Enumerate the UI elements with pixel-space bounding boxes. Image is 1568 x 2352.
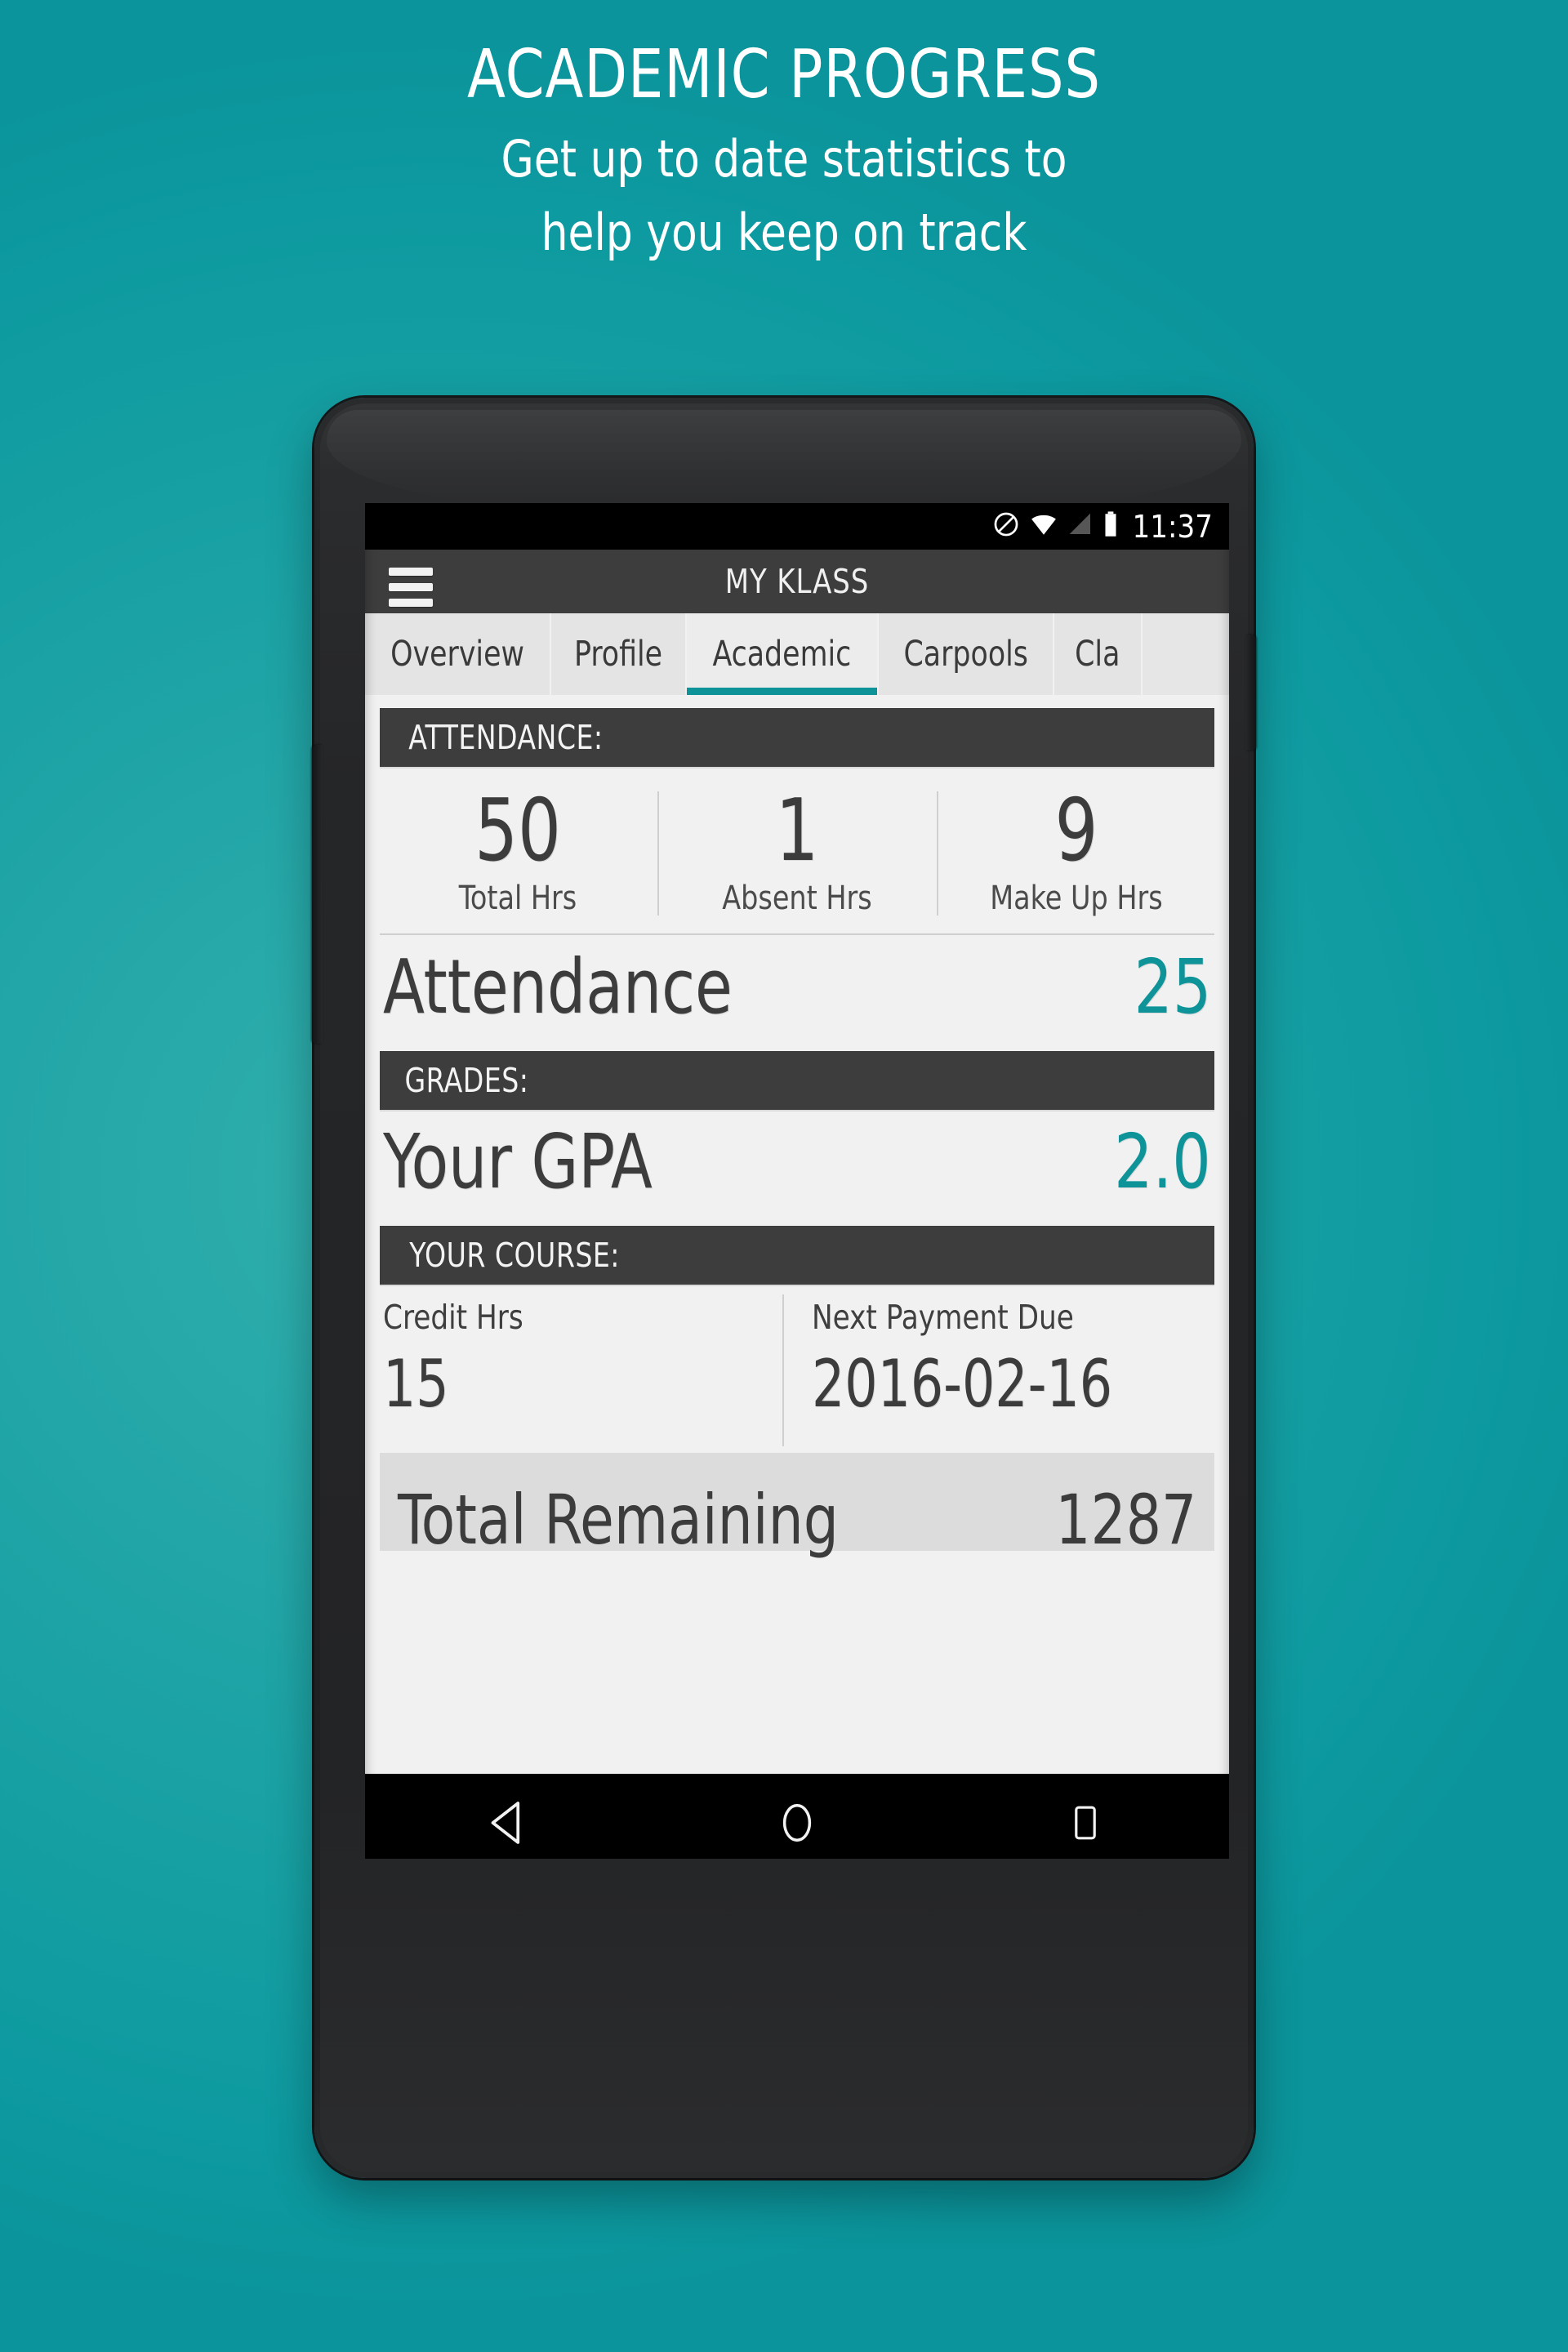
tab-classes[interactable]: Cla [1054, 613, 1143, 695]
home-circle-icon[interactable] [768, 1794, 826, 1851]
stat-absent-hrs: 1 Absent Hrs [657, 786, 937, 917]
stat-make-up-hrs-value: 9 [1054, 781, 1098, 880]
phone-device-frame: 11:37 MY KLASS Overview Profile Academic… [312, 398, 1256, 2178]
tab-bar[interactable]: Overview Profile Academic Carpools Cla [365, 613, 1229, 695]
attendance-stats-row: 50 Total Hrs 1 Absent Hrs 9 Make Up Hrs [365, 767, 1229, 932]
tab-overview-label: Overview [390, 634, 525, 675]
phone-bezel: 11:37 MY KLASS Overview Profile Academic… [312, 403, 1256, 2172]
tab-profile-label: Profile [574, 634, 663, 675]
stat-total-hrs-label: Total Hrs [458, 880, 577, 917]
back-triangle-icon[interactable] [480, 1794, 537, 1851]
gpa-summary-row: Your GPA 2.0 [365, 1110, 1229, 1213]
promo-title: ACADEMIC PROGRESS [467, 36, 1101, 114]
tab-carpools[interactable]: Carpools [879, 613, 1055, 695]
volume-rocker-button[interactable] [312, 745, 323, 1044]
stat-absent-hrs-value: 1 [775, 781, 819, 880]
tab-carpools-label: Carpools [903, 634, 1028, 675]
course-credit-hrs-cell: Credit Hrs 15 [383, 1298, 782, 1423]
grades-section-header: GRADES: [380, 1051, 1214, 1110]
stat-absent-hrs-label: Absent Hrs [722, 880, 872, 917]
course-section-header: YOUR COURSE: [380, 1226, 1214, 1285]
tab-overview[interactable]: Overview [365, 613, 552, 695]
course-grid: Credit Hrs 15 Next Payment Due 2016-02-1… [365, 1285, 1229, 1446]
promo-header: ACADEMIC PROGRESS Get up to date statist… [0, 0, 1568, 270]
wifi-icon [1029, 510, 1058, 542]
course-next-payment-label: Next Payment Due [812, 1298, 1074, 1337]
bezel-gloss [327, 410, 1241, 508]
gpa-value: 2.0 [1114, 1118, 1211, 1205]
course-section-header-label: YOUR COURSE: [409, 1236, 620, 1275]
attendance-summary-value: 25 [1134, 943, 1211, 1031]
status-bar: 11:37 [365, 503, 1229, 550]
course-credit-hrs-label: Credit Hrs [383, 1298, 523, 1337]
tab-academic-label: Academic [712, 634, 852, 675]
attendance-summary-row: Attendance 25 [365, 935, 1229, 1038]
app-title: MY KLASS [724, 562, 870, 601]
total-remaining-label: Total Remaining [398, 1480, 839, 1560]
do-not-disturb-icon [992, 510, 1020, 542]
phone-screen: 11:37 MY KLASS Overview Profile Academic… [365, 503, 1229, 1859]
academic-content: ATTENDANCE: 50 Total Hrs 1 Absent Hrs 9 … [365, 708, 1229, 1859]
cellular-signal-icon [1067, 510, 1094, 542]
tab-profile[interactable]: Profile [551, 613, 688, 695]
promo-subtitle-line-1: Get up to date statistics to [501, 129, 1067, 189]
android-navigation-bar[interactable] [365, 1774, 1229, 1859]
stat-total-hrs: 50 Total Hrs [378, 786, 657, 917]
recents-square-icon[interactable] [1057, 1794, 1114, 1851]
grades-section-header-label: GRADES: [404, 1061, 529, 1100]
promo-subtitle-line-2: help you keep on track [541, 203, 1027, 262]
tab-classes-label: Cla [1075, 634, 1120, 675]
course-credit-hrs-value: 15 [383, 1346, 449, 1422]
status-bar-clock: 11:37 [1132, 508, 1213, 545]
tab-academic[interactable]: Academic [687, 613, 880, 695]
attendance-summary-label: Attendance [383, 943, 733, 1031]
total-remaining-value: 1287 [1054, 1480, 1196, 1560]
gpa-label: Your GPA [383, 1118, 653, 1205]
app-bar: MY KLASS [365, 550, 1229, 613]
stat-make-up-hrs-label: Make Up Hrs [990, 880, 1163, 917]
attendance-section-header-label: ATTENDANCE: [408, 718, 604, 757]
course-next-payment-cell: Next Payment Due 2016-02-16 [782, 1294, 1211, 1446]
stat-make-up-hrs: 9 Make Up Hrs [937, 786, 1216, 917]
battery-icon [1102, 510, 1119, 542]
power-button[interactable] [1245, 635, 1256, 751]
total-remaining-row: Total Remaining 1287 [380, 1453, 1214, 1560]
course-next-payment-value: 2016-02-16 [812, 1346, 1113, 1422]
attendance-section-header: ATTENDANCE: [380, 708, 1214, 767]
stat-total-hrs-value: 50 [474, 781, 561, 880]
